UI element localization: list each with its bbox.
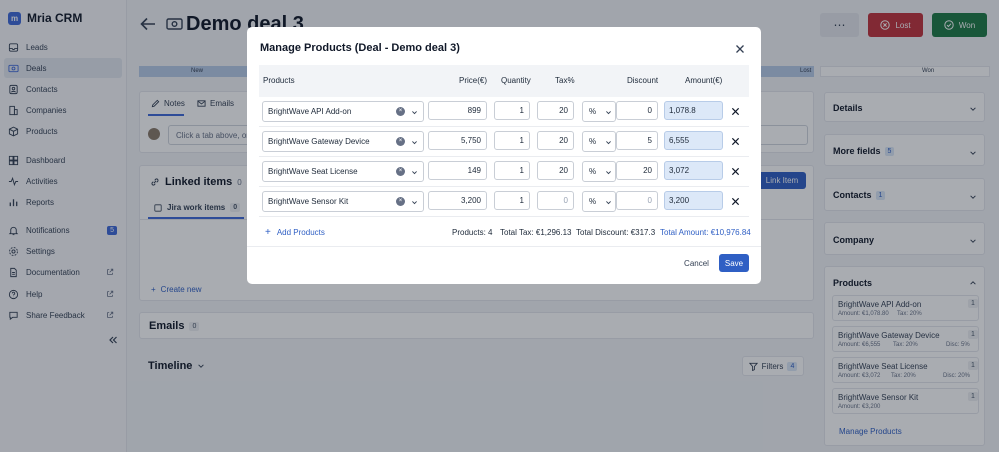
- col-discount: Discount: [627, 76, 659, 85]
- summary-amount: Total Amount: €10,976.84: [660, 228, 751, 237]
- product-select[interactable]: BrightWave API Add-on ×: [262, 101, 424, 122]
- quantity-input[interactable]: 1: [494, 191, 530, 210]
- quantity-input[interactable]: 1: [494, 131, 530, 150]
- summary-products: Products: 4: [452, 228, 493, 237]
- remove-row-icon[interactable]: [731, 137, 740, 146]
- summary-tax: Total Tax: €1,296.13: [500, 228, 572, 237]
- tax-input[interactable]: 20: [537, 101, 574, 120]
- discount-type-value: %: [589, 107, 597, 116]
- chevron-down-icon: [606, 141, 611, 145]
- remove-row-icon[interactable]: [731, 197, 740, 206]
- product-select-value: BrightWave API Add-on: [268, 107, 352, 116]
- summary-discount: Total Discount: €317.3: [576, 228, 656, 237]
- clear-icon[interactable]: ×: [396, 197, 405, 206]
- save-button[interactable]: Save: [719, 254, 749, 272]
- close-icon[interactable]: [735, 44, 745, 54]
- chevron-down-icon: [606, 111, 611, 115]
- quantity-input[interactable]: 1: [494, 161, 530, 180]
- discount-type-value: %: [589, 137, 597, 146]
- product-select-value: BrightWave Sensor Kit: [268, 197, 349, 206]
- discount-type-select[interactable]: %: [582, 161, 616, 182]
- discount-type-select[interactable]: %: [582, 131, 616, 152]
- chevron-down-icon: [412, 201, 417, 205]
- col-amount: Amount(€): [685, 76, 723, 85]
- product-select[interactable]: BrightWave Gateway Device ×: [262, 131, 424, 152]
- price-input[interactable]: 5,750: [428, 131, 487, 150]
- product-select-value: BrightWave Gateway Device: [268, 137, 370, 146]
- product-select[interactable]: BrightWave Seat License ×: [262, 161, 424, 182]
- chevron-down-icon: [412, 171, 417, 175]
- tax-input[interactable]: 20: [537, 131, 574, 150]
- discount-type-value: %: [589, 167, 597, 176]
- product-row: BrightWave Seat License × 149 1 20 % 20 …: [259, 157, 749, 187]
- product-select-value: BrightWave Seat License: [268, 167, 358, 176]
- manage-products-modal: Manage Products (Deal - Demo deal 3) Pro…: [247, 27, 761, 284]
- remove-row-icon[interactable]: [731, 167, 740, 176]
- chevron-down-icon: [412, 141, 417, 145]
- discount-type-select[interactable]: %: [582, 101, 616, 122]
- amount-field: 1,078.8: [664, 101, 723, 120]
- discount-type-select[interactable]: %: [582, 191, 616, 212]
- discount-input[interactable]: 0: [616, 191, 658, 210]
- price-input[interactable]: 149: [428, 161, 487, 180]
- quantity-input[interactable]: 1: [494, 101, 530, 120]
- product-row: BrightWave Sensor Kit × 3,200 1 0 % 0 3,…: [259, 187, 749, 217]
- clear-icon[interactable]: ×: [396, 107, 405, 116]
- amount-field: 3,072: [664, 161, 723, 180]
- remove-row-icon[interactable]: [731, 107, 740, 116]
- chevron-down-icon: [606, 201, 611, 205]
- price-input[interactable]: 3,200: [428, 191, 487, 210]
- col-products: Products: [263, 76, 295, 85]
- col-tax: Tax%: [555, 76, 575, 85]
- amount-field: 6,555: [664, 131, 723, 150]
- add-products-label: Add Products: [276, 228, 325, 237]
- plus-icon: +: [265, 227, 271, 238]
- product-row: BrightWave Gateway Device × 5,750 1 20 %…: [259, 127, 749, 157]
- discount-input[interactable]: 5: [616, 131, 658, 150]
- tax-input[interactable]: 0: [537, 191, 574, 210]
- chevron-down-icon: [412, 111, 417, 115]
- cancel-button[interactable]: Cancel: [678, 254, 715, 272]
- discount-type-value: %: [589, 197, 597, 206]
- tax-input[interactable]: 20: [537, 161, 574, 180]
- product-select[interactable]: BrightWave Sensor Kit ×: [262, 191, 424, 212]
- product-row: BrightWave API Add-on × 899 1 20 % 0 1,0…: [259, 97, 749, 127]
- clear-icon[interactable]: ×: [396, 167, 405, 176]
- col-price: Price(€): [459, 76, 488, 85]
- clear-icon[interactable]: ×: [396, 137, 405, 146]
- discount-input[interactable]: 0: [616, 101, 658, 120]
- modal-title: Manage Products (Deal - Demo deal 3): [260, 42, 460, 54]
- chevron-down-icon: [606, 171, 611, 175]
- add-products-button[interactable]: + Add Products: [265, 227, 325, 238]
- col-quantity: Quantity: [501, 76, 531, 85]
- amount-field: 3,200: [664, 191, 723, 210]
- footer-divider: [247, 246, 761, 247]
- discount-input[interactable]: 20: [616, 161, 658, 180]
- price-input[interactable]: 899: [428, 101, 487, 120]
